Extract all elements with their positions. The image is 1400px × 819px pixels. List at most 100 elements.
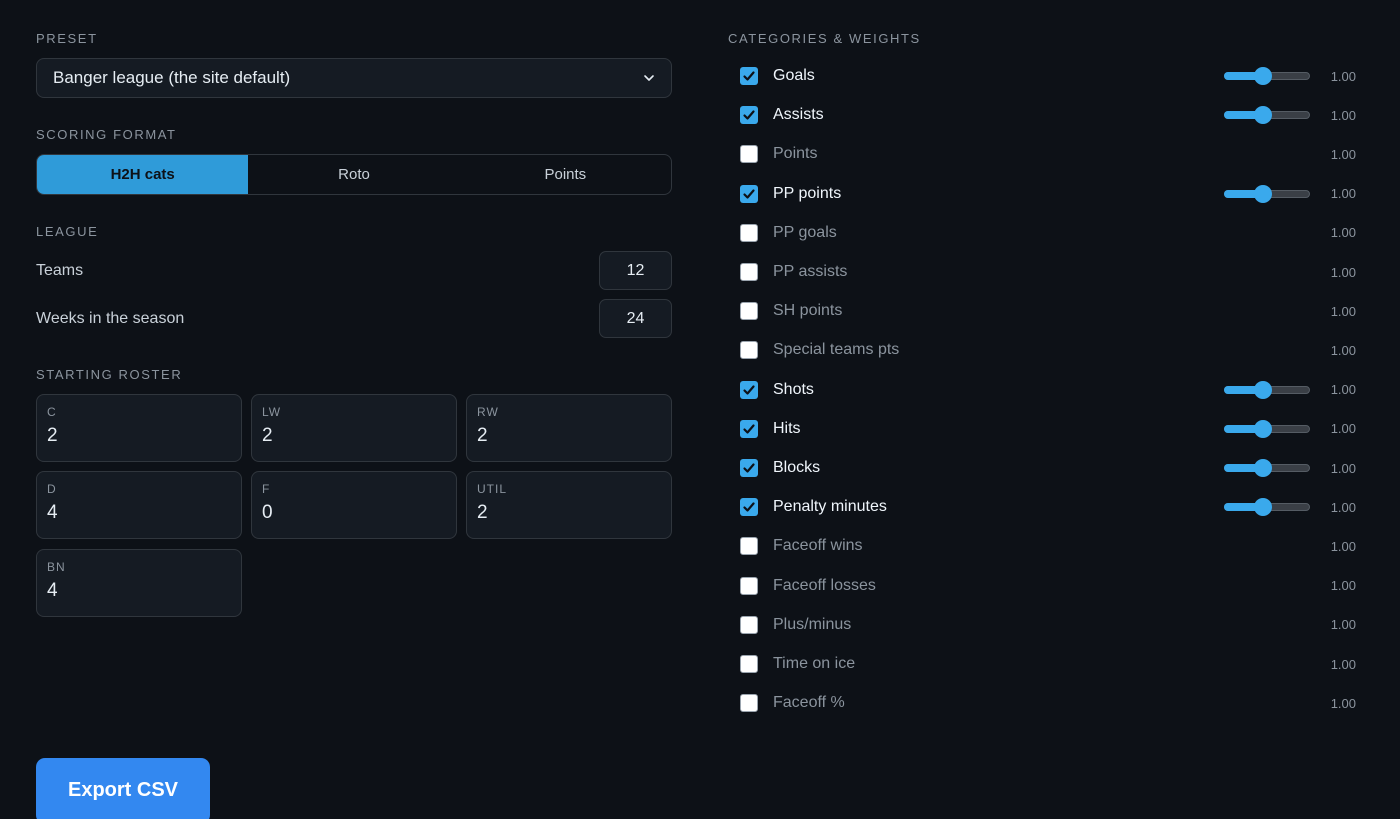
category-checkbox[interactable] [740, 655, 758, 673]
category-label: SH points [773, 302, 843, 320]
weeks-input[interactable]: 24 [599, 299, 672, 338]
category-checkbox[interactable] [740, 615, 758, 634]
checkmark-icon [743, 463, 755, 473]
roster-slot-count: 2 [477, 425, 488, 446]
weight-slider[interactable] [1224, 458, 1310, 478]
slider-thumb[interactable] [1253, 67, 1272, 85]
category-checkbox[interactable] [740, 223, 758, 242]
slider-thumb[interactable] [1253, 106, 1272, 125]
roster-slot-label: D [47, 482, 57, 496]
scoring-option-h2h-cats[interactable]: H2H cats [37, 155, 249, 194]
preset-selected-value: Banger league (the site default) [53, 68, 291, 87]
roster-slot-lw[interactable]: LW 2 [251, 394, 457, 462]
category-checkbox[interactable] [740, 341, 758, 360]
weight-slider[interactable] [1224, 497, 1310, 517]
weight-value: 1.00 [1330, 264, 1356, 280]
category-checkbox[interactable] [740, 380, 758, 399]
teams-input[interactable]: 12 [599, 251, 672, 290]
weight-value: 1.00 [1330, 499, 1356, 515]
category-label: Goals [773, 67, 815, 84]
roster-slot-count: 2 [477, 502, 488, 523]
weight-value: 1.00 [1330, 146, 1356, 162]
roster-slot-count: 4 [47, 502, 58, 523]
category-row-faceoff-losses: Faceoff losses 1.00 [740, 576, 1356, 596]
checkmark-icon [743, 71, 755, 81]
category-checkbox[interactable] [740, 498, 758, 517]
weight-slider[interactable] [1224, 184, 1310, 204]
category-row-points: Points 1.00 [740, 144, 1356, 164]
category-row-goals: Goals 1.00 [740, 66, 1356, 86]
roster-slot-util[interactable]: UTIL 2 [466, 471, 672, 539]
category-checkbox[interactable] [740, 184, 758, 203]
weight-value: 1.00 [1330, 342, 1356, 358]
category-label: Time on ice [773, 655, 856, 672]
slider-thumb[interactable] [1253, 498, 1272, 517]
weight-value: 1.00 [1330, 578, 1356, 594]
category-checkbox[interactable] [740, 145, 758, 164]
category-checkbox[interactable] [740, 67, 758, 85]
teams-row: Teams 12 [36, 251, 672, 290]
weeks-label: Weeks in the season [36, 309, 185, 327]
category-label: PP assists [773, 263, 848, 280]
category-checkbox[interactable] [740, 302, 758, 321]
roster-slot-f[interactable]: F 0 [251, 471, 457, 539]
category-checkbox[interactable] [740, 459, 758, 477]
category-row-penalty-minutes: Penalty minutes 1.00 [740, 497, 1356, 517]
weight-value: 1.00 [1330, 303, 1356, 319]
slider-thumb[interactable] [1253, 419, 1272, 438]
scoring-option-roto[interactable]: Roto [248, 155, 459, 194]
category-row-shots: Shots 1.00 [740, 380, 1356, 400]
slider-thumb[interactable] [1253, 459, 1272, 477]
checkmark-icon [743, 110, 755, 120]
weight-value: 1.00 [1330, 225, 1356, 241]
category-label: Plus/minus [773, 615, 852, 633]
weight-value: 1.00 [1330, 186, 1356, 202]
weight-slider[interactable] [1224, 419, 1310, 439]
category-row-pp-goals: PP goals 1.00 [740, 223, 1356, 243]
category-row-pp-points: PP points 1.00 [740, 184, 1356, 204]
category-row-hits: Hits 1.00 [740, 419, 1356, 439]
category-checkbox[interactable] [740, 576, 758, 595]
roster-slot-c[interactable]: C 2 [36, 394, 242, 462]
roster-slot-label: F [262, 482, 271, 496]
category-label: PP goals [773, 223, 837, 241]
weight-slider[interactable] [1224, 66, 1310, 86]
category-row-time-on-ice: Time on ice 1.00 [740, 654, 1356, 674]
league-section-label: LEAGUE [36, 224, 99, 239]
scoring-section-label: SCORING FORMAT [36, 127, 177, 142]
weight-value: 1.00 [1330, 656, 1356, 672]
roster-slot-count: 2 [262, 425, 273, 446]
weight-value: 1.00 [1330, 107, 1356, 123]
category-row-blocks: Blocks 1.00 [740, 458, 1356, 478]
category-checkbox[interactable] [740, 537, 758, 556]
roster-slot-count: 4 [47, 580, 58, 601]
category-label: Hits [773, 419, 801, 437]
category-label: Special teams pts [773, 341, 900, 359]
slider-thumb[interactable] [1253, 380, 1272, 399]
roster-slot-count: 0 [262, 502, 273, 523]
category-label: Points [773, 145, 818, 163]
weight-value: 1.00 [1330, 538, 1356, 554]
category-checkbox[interactable] [740, 694, 758, 713]
category-checkbox[interactable] [740, 106, 758, 125]
scoring-option-points[interactable]: Points [460, 155, 671, 194]
category-checkbox[interactable] [740, 419, 758, 438]
roster-slot-label: RW [477, 405, 499, 419]
roster-slot-rw[interactable]: RW 2 [466, 394, 672, 462]
roster-section-label: STARTING ROSTER [36, 367, 183, 382]
category-row-plus-minus: Plus/minus 1.00 [740, 615, 1356, 635]
roster-slot-bn[interactable]: BN 4 [36, 549, 242, 617]
roster-slot-label: C [47, 405, 57, 419]
weight-value: 1.00 [1330, 460, 1356, 476]
roster-slot-label: UTIL [477, 482, 508, 496]
weight-slider[interactable] [1224, 105, 1310, 125]
roster-slot-d[interactable]: D 4 [36, 471, 242, 539]
checkmark-icon [743, 384, 755, 395]
weight-slider[interactable] [1224, 380, 1310, 400]
category-checkbox[interactable] [740, 263, 758, 281]
category-row-assists: Assists 1.00 [740, 105, 1356, 125]
checkmark-icon [743, 502, 755, 512]
export-csv-button[interactable]: Export CSV [36, 758, 210, 819]
slider-thumb[interactable] [1253, 184, 1272, 203]
preset-select[interactable]: Banger league (the site default) [36, 58, 672, 98]
